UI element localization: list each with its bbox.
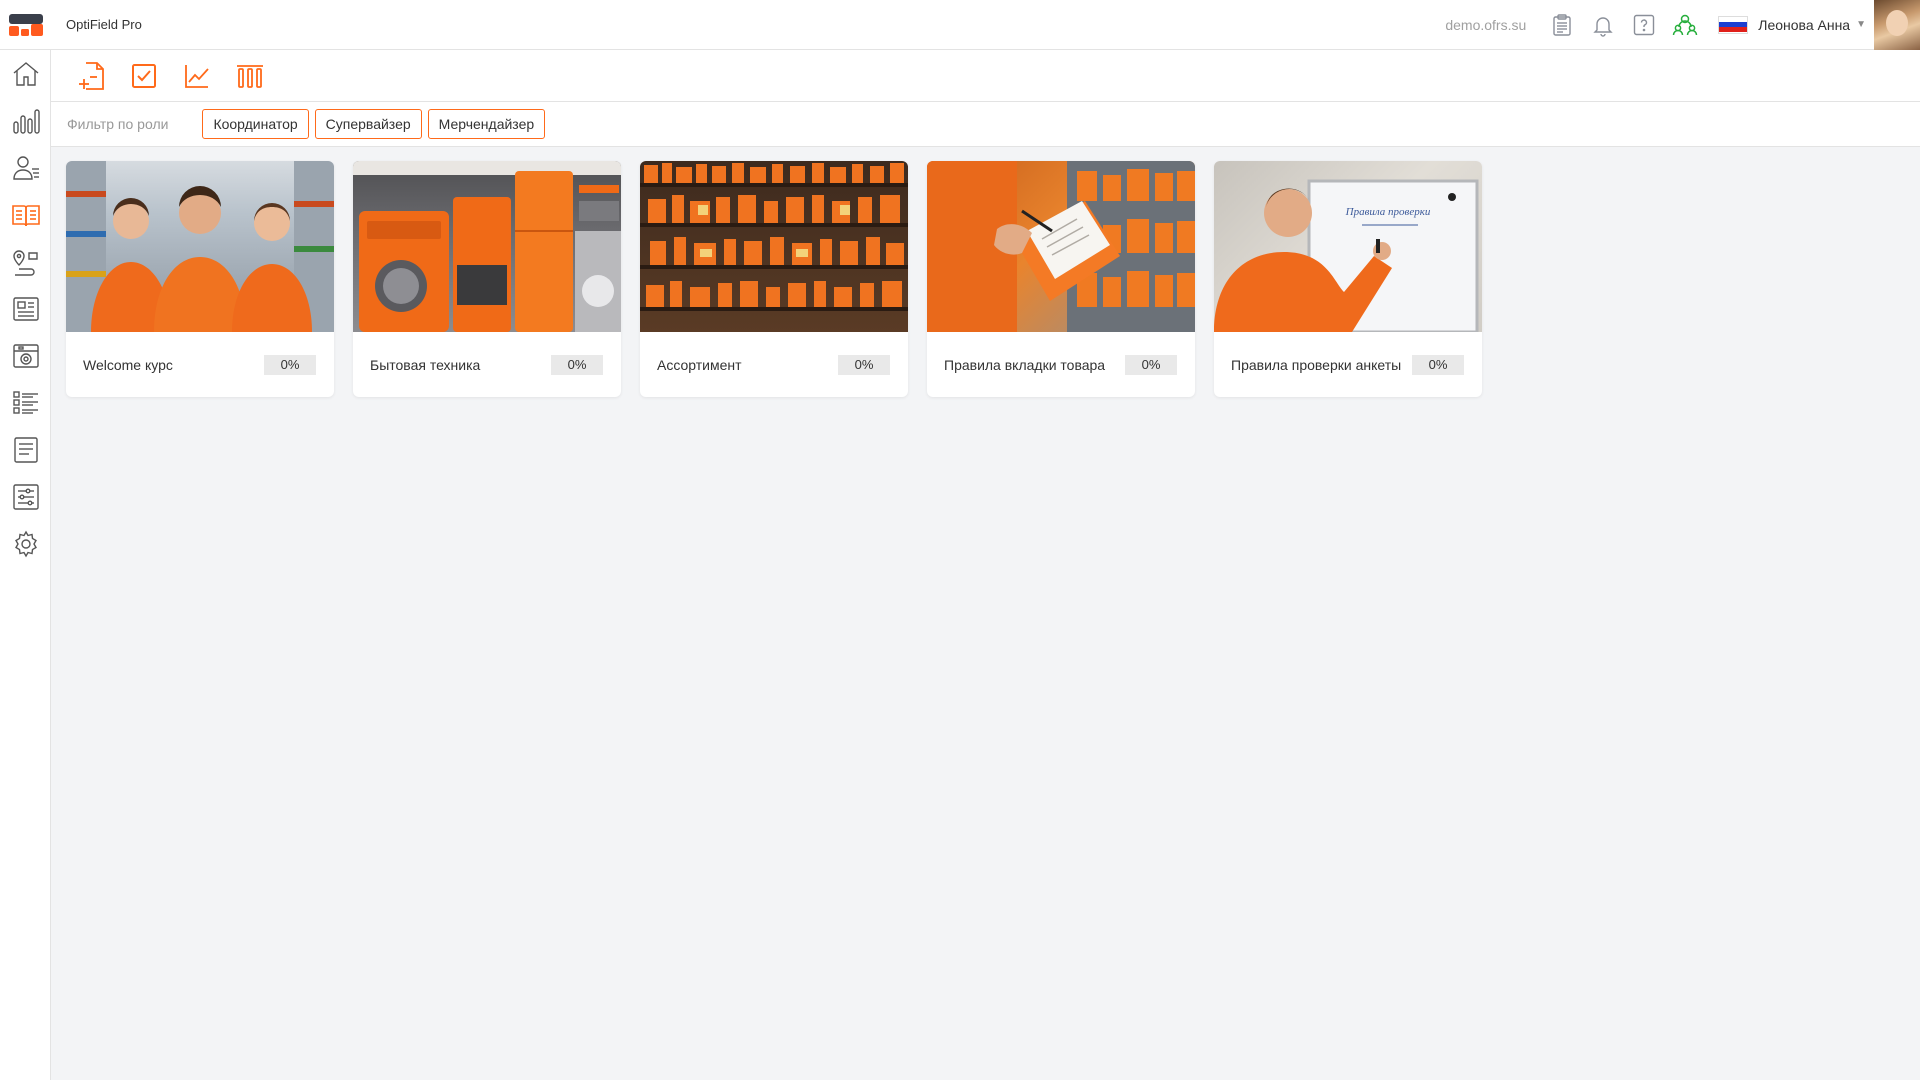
whiteboard-text: Правила проверки — [1345, 206, 1431, 218]
ranking-icon — [237, 64, 263, 88]
sidebar-item-routes[interactable] — [0, 238, 51, 285]
add-document-button[interactable] — [71, 56, 111, 96]
top-bar: OptiField Pro demo.ofrs.su Леонова Анна … — [0, 0, 1920, 50]
line-chart-icon — [185, 64, 209, 88]
map-route-icon — [12, 249, 38, 276]
sidebar — [0, 50, 51, 1080]
help-icon[interactable] — [1630, 11, 1658, 39]
document-icon — [13, 436, 38, 463]
sidebar-item-users[interactable] — [0, 144, 51, 191]
checkbox-icon — [132, 63, 156, 88]
toolbar — [51, 50, 1920, 102]
filter-chip-coordinator[interactable]: Координатор — [202, 109, 309, 139]
course-card-body: Правила вкладки товара 0% — [927, 332, 1195, 397]
language-flag-icon[interactable] — [1718, 15, 1749, 34]
course-title: Правила вкладки товара — [944, 356, 1106, 373]
filter-label: Фильтр по роли — [67, 116, 169, 132]
course-card[interactable]: Правила вкладки товара 0% — [927, 161, 1195, 397]
course-grid: Welcome курс 0% Бытовая техника 0% Ассор… — [66, 161, 1482, 397]
course-image — [66, 161, 334, 332]
app-logo[interactable] — [0, 0, 52, 50]
sidebar-item-training[interactable] — [0, 191, 51, 238]
sidebar-item-documents[interactable] — [0, 426, 51, 473]
top-right-group: demo.ofrs.su Леонова Анна ▼ — [1445, 0, 1920, 50]
check-button[interactable] — [124, 56, 164, 96]
course-card[interactable]: Welcome курс 0% — [66, 161, 334, 397]
checklist-icon — [12, 390, 38, 414]
course-card[interactable]: Правила проверки Правила проверки анкеты… — [1214, 161, 1482, 397]
course-progress: 0% — [264, 354, 316, 375]
avatar[interactable] — [1874, 0, 1920, 50]
sidebar-item-analytics[interactable] — [0, 97, 51, 144]
course-image: Правила проверки — [1214, 161, 1482, 332]
course-image — [353, 161, 621, 332]
sidebar-item-filters[interactable] — [0, 473, 51, 520]
statistics-button[interactable] — [177, 56, 217, 96]
course-card-body: Правила проверки анкеты 0% — [1214, 332, 1482, 397]
sidebar-item-news[interactable] — [0, 285, 51, 332]
role-filter-bar: Фильтр по роли Координатор Супервайзер М… — [51, 102, 1920, 147]
course-title: Правила проверки анкеты — [1231, 356, 1402, 373]
course-title: Бытовая техника — [370, 356, 481, 373]
photo-report-icon — [12, 343, 39, 368]
clipboard-icon[interactable] — [1548, 11, 1576, 39]
course-card[interactable]: Ассортимент 0% — [640, 161, 908, 397]
sliders-icon — [12, 483, 39, 510]
users-icon[interactable] — [1671, 11, 1699, 39]
chevron-down-icon[interactable]: ▼ — [1856, 19, 1866, 30]
user-name[interactable]: Леонова Анна — [1758, 17, 1850, 33]
course-progress: 0% — [838, 354, 890, 375]
course-title: Ассортимент — [657, 356, 742, 373]
course-card-body: Welcome курс 0% — [66, 332, 334, 397]
course-image — [927, 161, 1195, 332]
add-document-icon — [79, 61, 104, 90]
news-icon — [12, 296, 39, 321]
ranking-button[interactable] — [230, 56, 270, 96]
bar-chart-icon — [12, 108, 40, 134]
domain-label: demo.ofrs.su — [1445, 16, 1527, 33]
course-progress: 0% — [1125, 354, 1177, 375]
course-progress: 0% — [1412, 354, 1464, 375]
app-title: OptiField Pro — [66, 17, 142, 32]
sidebar-item-tasks[interactable] — [0, 379, 51, 426]
user-list-icon — [12, 155, 39, 180]
gear-icon — [14, 530, 37, 557]
bell-icon[interactable] — [1589, 11, 1617, 39]
course-title: Welcome курс — [83, 356, 173, 373]
course-progress: 0% — [551, 354, 603, 375]
sidebar-item-settings[interactable] — [0, 520, 51, 567]
course-card[interactable]: Бытовая техника 0% — [353, 161, 621, 397]
filter-chip-supervisor[interactable]: Супервайзер — [314, 109, 422, 139]
book-icon — [11, 204, 40, 226]
course-card-body: Бытовая техника 0% — [353, 332, 621, 397]
course-image — [640, 161, 908, 332]
sidebar-item-home[interactable] — [0, 50, 51, 97]
filter-chip-merchandiser[interactable]: Мерчендайзер — [427, 109, 546, 139]
sidebar-item-photo[interactable] — [0, 332, 51, 379]
course-card-body: Ассортимент 0% — [640, 332, 908, 397]
home-icon — [13, 61, 38, 86]
